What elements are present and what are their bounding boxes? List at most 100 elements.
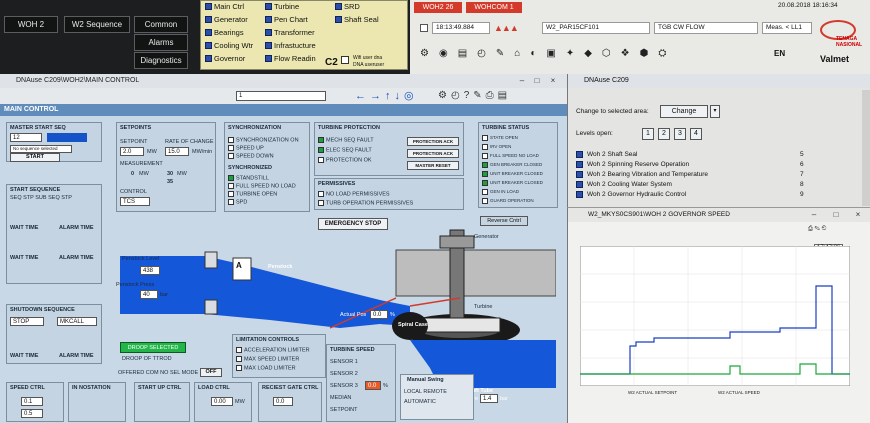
icon-e[interactable]: ✎ bbox=[496, 48, 504, 59]
nav-common-button[interactable]: Common bbox=[134, 16, 188, 33]
icon-g[interactable]: ◐ bbox=[530, 48, 536, 59]
protection-ack-button[interactable]: PROTECTION ACK bbox=[407, 137, 459, 146]
alarm-ack-checkbox[interactable] bbox=[420, 24, 428, 32]
menu-pen-chart[interactable]: Pen Chart bbox=[265, 15, 308, 24]
alarm-tab-woh2[interactable]: WOH2 26 bbox=[414, 2, 462, 13]
nav-arrows-icon[interactable]: ←→↑↓◎ bbox=[355, 89, 418, 102]
speed-ctrl-label: SPEED CTRL bbox=[10, 385, 45, 391]
menu-label: Governor bbox=[214, 54, 246, 63]
droop-selected-button[interactable]: DROOP SELECTED bbox=[120, 342, 186, 353]
start-up-ctrl-label: START UP CTRL bbox=[138, 385, 182, 391]
change-dropdown-icon[interactable]: ▾ bbox=[710, 105, 720, 118]
shutdown-stop[interactable]: STOP bbox=[10, 317, 44, 326]
dna-row[interactable]: Woh 2 Shaft Seal bbox=[576, 151, 637, 158]
maximize-icon[interactable]: □ bbox=[531, 75, 543, 86]
icon-b[interactable]: ◉ bbox=[439, 48, 448, 59]
rate-label: RATE OF CHANGE bbox=[165, 139, 214, 145]
menu-srd[interactable]: SRD bbox=[335, 2, 360, 11]
menu-transformer[interactable]: Transformer bbox=[265, 28, 315, 37]
off-button[interactable]: OFF bbox=[200, 368, 222, 377]
reverse-control-button[interactable]: Reverse Cntrl bbox=[480, 216, 528, 226]
icon-i[interactable]: ✦ bbox=[566, 48, 574, 59]
icon-a[interactable]: ⚙ bbox=[420, 48, 429, 59]
manual-swing-box: Manual Swing LOCAL REMOTE AUTOMATIC bbox=[400, 374, 474, 420]
level-4-button[interactable]: 4 bbox=[690, 128, 702, 140]
icon-f[interactable]: ⌂ bbox=[514, 48, 520, 59]
menu-generator[interactable]: Generator bbox=[205, 15, 248, 24]
nav-diagnostics-button[interactable]: Diagnostics bbox=[134, 52, 188, 69]
icon-n[interactable]: ⛭ bbox=[658, 48, 666, 59]
meas-30-unit: MW bbox=[177, 171, 187, 177]
permissives-label: PERMISSIVES bbox=[318, 181, 356, 187]
graph-maximize-icon[interactable]: □ bbox=[830, 209, 842, 220]
status-green-icon bbox=[318, 147, 324, 153]
nav-woh2-button[interactable]: WOH 2 bbox=[4, 16, 58, 33]
master-value[interactable]: 12 bbox=[10, 133, 42, 142]
setpoint-value[interactable]: 2.0 bbox=[120, 147, 144, 156]
speed-ctrl-box: SPEED CTRL 0.1 0.5 bbox=[6, 382, 64, 422]
page-field[interactable]: 1 bbox=[236, 91, 326, 101]
start-button[interactable]: START bbox=[10, 153, 60, 162]
icon-h[interactable]: ▣ bbox=[546, 48, 555, 59]
perm-item-label: TURB OPERATION PERMISSIVES bbox=[326, 200, 414, 207]
graph-toolbar-icons[interactable]: ⎙ ✎ ◴ bbox=[808, 226, 826, 233]
dna-row-label: Woh 2 Shaft Seal bbox=[587, 151, 638, 158]
dna-row-num: 5 bbox=[800, 151, 804, 158]
sync-item-1[interactable]: SYNCHRONIZATION ON bbox=[228, 137, 299, 143]
menu-label: Generator bbox=[214, 15, 248, 24]
master-status: No sequence selected bbox=[10, 145, 72, 153]
menu-main-ctrl[interactable]: Main Ctrl bbox=[205, 2, 244, 11]
master-reset-button[interactable]: MASTER RESET bbox=[407, 161, 459, 170]
icon-c[interactable]: ▤ bbox=[458, 48, 467, 59]
sync-item-3[interactable]: SPEED DOWN bbox=[228, 153, 274, 159]
status-icon bbox=[236, 347, 242, 353]
icon-m[interactable]: ⬢ bbox=[640, 48, 649, 59]
icon-k[interactable]: ⬡ bbox=[602, 48, 611, 59]
language-select[interactable]: EN bbox=[774, 49, 785, 58]
control-value[interactable]: TCS bbox=[120, 197, 150, 206]
menu-square-icon bbox=[265, 3, 272, 10]
alarm-tab-wohcom[interactable]: WOHCOM 1 bbox=[466, 2, 522, 13]
sync-box: SYNCHRONIZATION SYNCHRONIZATION ON SPEED… bbox=[224, 122, 310, 212]
dna-scrollbar[interactable] bbox=[862, 90, 870, 206]
menu-turbine[interactable]: Turbine bbox=[265, 2, 299, 11]
nav-alarms-button[interactable]: Alarms bbox=[134, 34, 188, 51]
rate-value[interactable]: 15.0 bbox=[165, 147, 189, 156]
dna-row[interactable]: Woh 2 Cooling Water System bbox=[576, 181, 672, 188]
sync-state-1: STANDSTILL bbox=[228, 175, 269, 181]
shutdown-alarm-label: ALARM TIME bbox=[59, 353, 94, 359]
menu-cooling-wtr[interactable]: Cooling Wtr bbox=[205, 41, 253, 50]
menu-flow-readin[interactable]: Flow Readin bbox=[265, 54, 316, 63]
dna-row[interactable]: Woh 2 Bearing Vibration and Temperature bbox=[576, 171, 708, 178]
dna-row[interactable]: Woh 2 Governor Hydraulic Control bbox=[576, 191, 686, 198]
toolbar-tools-icon[interactable]: ⚙◴?✎⎙▤ bbox=[438, 90, 511, 101]
close-icon[interactable]: × bbox=[547, 75, 559, 86]
menu-governor[interactable]: Governor bbox=[205, 54, 245, 63]
protection-ack-button-2[interactable]: PROTECTION ACK bbox=[407, 149, 459, 158]
menu-infrastucture[interactable]: Infrastucture bbox=[265, 41, 316, 50]
level-3-button[interactable]: 3 bbox=[674, 128, 686, 140]
graph-minimize-icon[interactable]: – bbox=[808, 209, 820, 220]
minimize-icon[interactable]: – bbox=[516, 75, 528, 86]
perm-item-label: NO LOAD PERMISSIVES bbox=[326, 191, 390, 198]
icon-d[interactable]: ◴ bbox=[477, 48, 486, 59]
folder-icon bbox=[576, 151, 583, 158]
menu-square-icon bbox=[335, 3, 342, 10]
level-1-button[interactable]: 1 bbox=[642, 128, 654, 140]
shutdown-mode[interactable]: MKCALL bbox=[57, 317, 97, 326]
menu-shaft-seal[interactable]: Shaft Seal bbox=[335, 15, 379, 24]
icon-l[interactable]: ❖ bbox=[621, 48, 630, 59]
level-2-button[interactable]: 2 bbox=[658, 128, 670, 140]
sync-state-3: TURBINE OPEN bbox=[228, 191, 277, 197]
dna-row[interactable]: Woh 2 Spinning Reserve Operation bbox=[576, 161, 689, 168]
in-nostation-label: IN NOSTATION bbox=[72, 385, 111, 391]
synchronized-label: SYNCHRONIZED bbox=[228, 165, 273, 171]
graph-close-icon[interactable]: × bbox=[852, 209, 864, 220]
icon-j[interactable]: ◆ bbox=[584, 48, 592, 59]
ts-item-6: UNIT BREAKER CLOSED bbox=[482, 180, 543, 186]
sync-item-2[interactable]: SPEED UP bbox=[228, 145, 264, 151]
change-button[interactable]: Change bbox=[660, 105, 708, 118]
menu-bearings[interactable]: Bearings bbox=[205, 28, 244, 37]
menu-square-icon bbox=[265, 55, 272, 62]
nav-w2-sequence-button[interactable]: W2 Sequence bbox=[64, 16, 130, 33]
